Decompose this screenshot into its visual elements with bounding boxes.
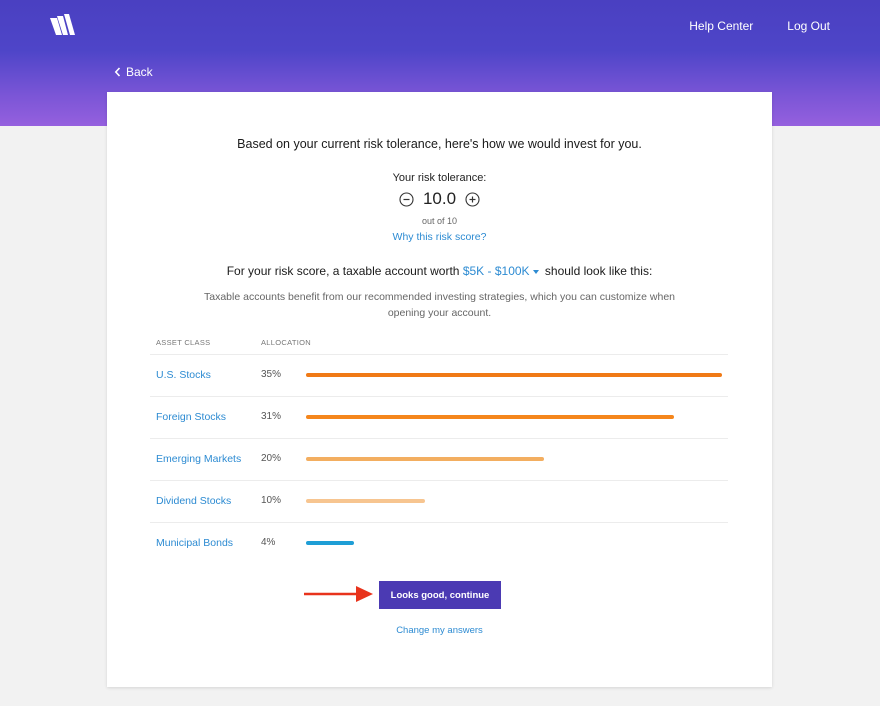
page-headline: Based on your current risk tolerance, he… <box>237 137 642 151</box>
allocation-bar <box>306 373 722 377</box>
chevron-left-icon <box>114 67 121 77</box>
why-risk-score-link[interactable]: Why this risk score? <box>107 231 772 243</box>
asset-class-link[interactable]: Municipal Bonds <box>156 537 233 549</box>
minus-circle-icon[interactable] <box>399 191 414 207</box>
allocation-card: Based on your current risk tolerance, he… <box>107 92 772 687</box>
top-nav: Help Center Log Out <box>689 19 830 33</box>
allocation-bar <box>306 541 354 545</box>
asset-class-link[interactable]: Foreign Stocks <box>156 411 226 423</box>
log-out-link[interactable]: Log Out <box>787 19 830 33</box>
asset-class-link[interactable]: U.S. Stocks <box>156 369 211 381</box>
w-logo-icon[interactable] <box>50 14 76 36</box>
table-row: Emerging Markets 20% <box>150 438 728 480</box>
allocation-percent: 20% <box>261 453 282 464</box>
back-link[interactable]: Back <box>114 65 153 79</box>
col-asset-class: Asset Class <box>156 338 211 347</box>
risk-stepper: 10.0 <box>107 189 772 209</box>
risk-tolerance-label: Your risk tolerance: <box>392 172 487 184</box>
col-allocation: Allocation <box>261 338 311 347</box>
allocation-bar <box>306 499 425 503</box>
account-range-dropdown[interactable]: $5K - $100K <box>463 264 542 278</box>
plus-circle-icon[interactable] <box>465 191 480 207</box>
allocation-bar <box>306 457 544 461</box>
table-row: Foreign Stocks 31% <box>150 396 728 438</box>
arrow-right-icon <box>304 586 373 602</box>
help-center-link[interactable]: Help Center <box>689 19 753 33</box>
risk-score-value: 10.0 <box>422 189 457 208</box>
table-row: Dividend Stocks 10% <box>150 480 728 522</box>
back-label: Back <box>126 65 153 79</box>
risk-out-of: out of 10 <box>421 216 458 226</box>
asset-class-link[interactable]: Dividend Stocks <box>156 495 231 507</box>
sentence-suffix: should look like this: <box>544 264 653 278</box>
asset-class-link[interactable]: Emerging Markets <box>156 453 241 465</box>
allocation-table: U.S. Stocks 35% Foreign Stocks 31% Emerg… <box>150 354 728 564</box>
table-row: U.S. Stocks 35% <box>150 354 728 396</box>
table-row: Municipal Bonds 4% <box>150 522 728 564</box>
continue-button[interactable]: Looks good, continue <box>379 581 501 609</box>
account-range-value: $5K - $100K <box>462 264 530 278</box>
caret-down-icon <box>532 269 539 274</box>
table-header: Asset Class Allocation <box>156 338 311 347</box>
change-answers-link[interactable]: Change my answers <box>107 625 772 636</box>
allocation-bar <box>306 415 675 419</box>
allocation-percent: 4% <box>261 537 276 548</box>
allocation-percent: 10% <box>261 495 282 506</box>
sentence-prefix: For your risk score, a taxable account w… <box>226 264 460 278</box>
taxable-description: Taxable accounts benefit from our recomm… <box>204 291 675 319</box>
allocation-percent: 31% <box>261 411 282 422</box>
allocation-percent: 35% <box>261 369 282 380</box>
account-sentence: For your risk score, a taxable account w… <box>107 264 772 278</box>
